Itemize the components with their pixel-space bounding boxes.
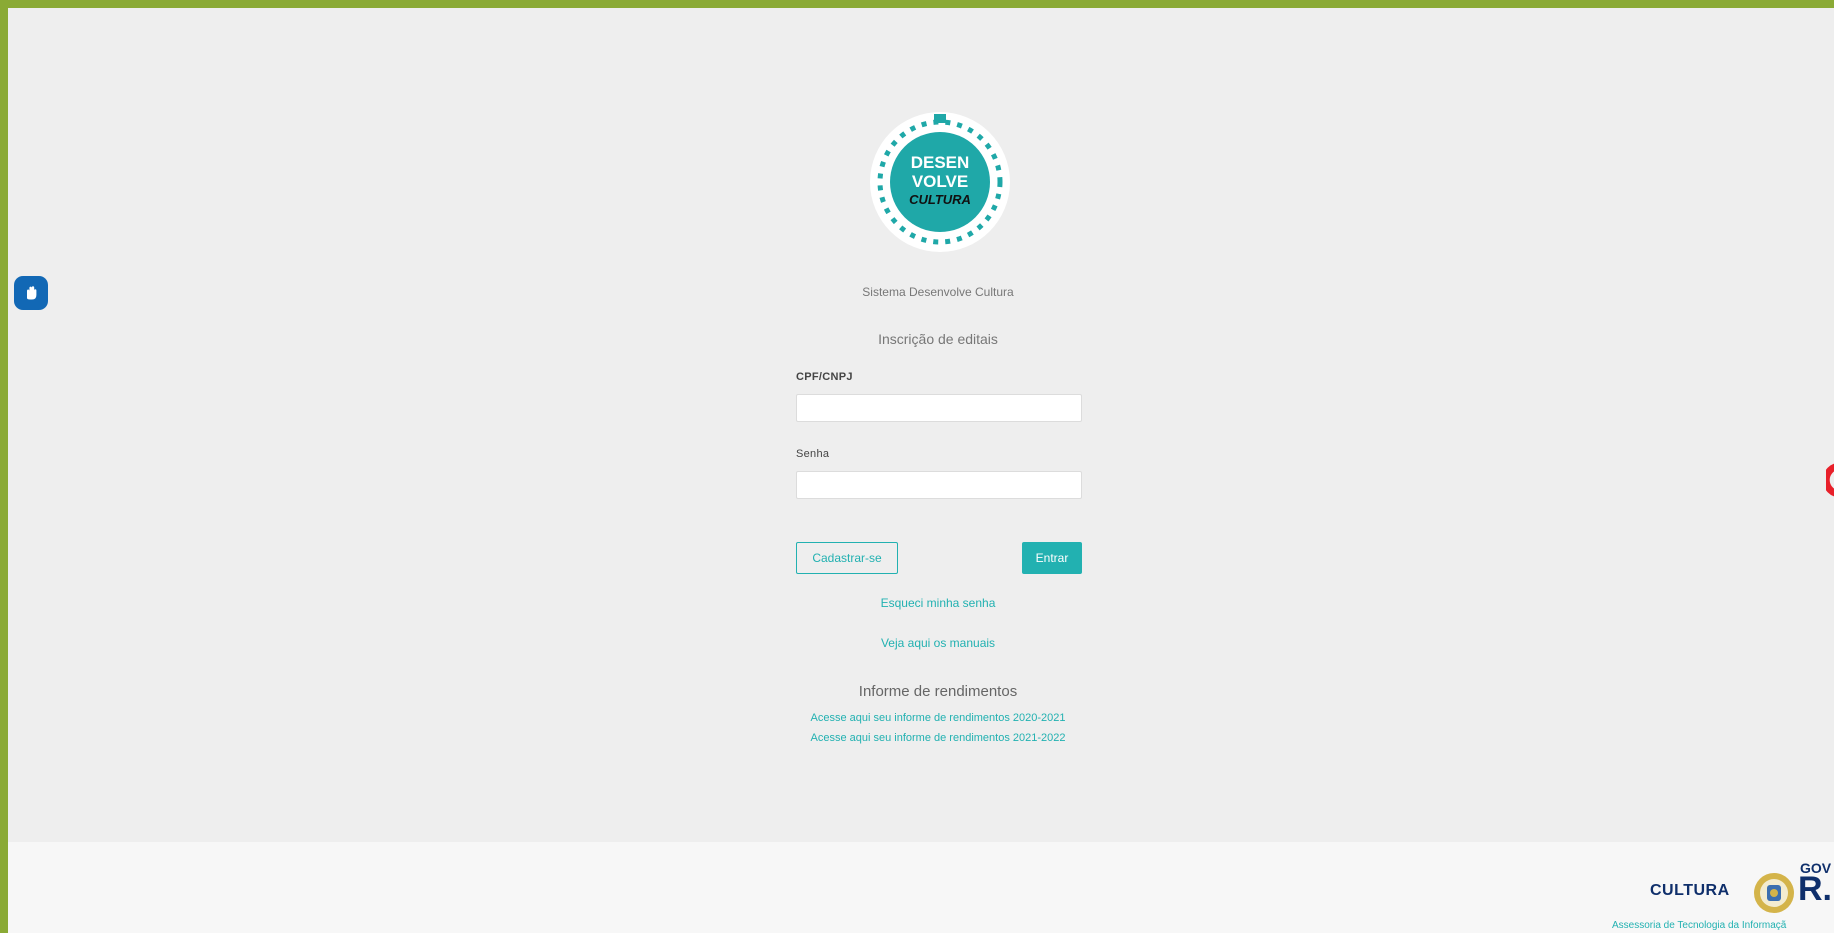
income-title: Informe de rendimentos	[858, 683, 1018, 700]
login-page: DESEN VOLVE CULTURA Sistema Desenvolve C…	[8, 8, 1834, 933]
desenvolve-cultura-logo: DESEN VOLVE CULTURA	[870, 112, 1010, 252]
footer: CULTURA GOV R. Assessoria de Tecnologia …	[8, 842, 1834, 933]
password-label: Senha	[796, 448, 830, 460]
logo-text-line3: CULTURA	[909, 192, 971, 207]
logo-text-line2: VOLVE	[912, 172, 968, 191]
accessibility-hand-icon	[27, 286, 37, 300]
state-seal-icon	[1754, 873, 1794, 913]
register-button[interactable]: Cadastrar-se	[796, 542, 898, 574]
cpf-label: CPF/CNPJ	[796, 371, 853, 383]
password-input[interactable]	[796, 471, 1082, 499]
footer-cultura-logo: CULTURA	[1650, 882, 1730, 899]
recaptcha-icon[interactable]	[1826, 462, 1834, 498]
accessibility-button[interactable]	[14, 276, 48, 310]
system-title: Sistema Desenvolve Cultura	[862, 285, 1014, 299]
cpf-input[interactable]	[796, 394, 1082, 422]
income-link-2020[interactable]: Acesse aqui seu informe de rendimentos 2…	[788, 712, 1088, 724]
browser-viewport: DESEN VOLVE CULTURA Sistema Desenvolve C…	[0, 0, 1834, 933]
logo-text-line1: DESEN	[911, 153, 970, 172]
login-subtitle: Inscrição de editais	[878, 331, 998, 347]
manuals-link[interactable]: Veja aqui os manuais	[788, 636, 1088, 650]
footer-rj-text: R.	[1798, 870, 1832, 908]
login-button[interactable]: Entrar	[1022, 542, 1082, 574]
income-link-2021[interactable]: Acesse aqui seu informe de rendimentos 2…	[788, 732, 1088, 744]
forgot-password-link[interactable]: Esqueci minha senha	[788, 596, 1088, 610]
footer-credit: Assessoria de Tecnologia da Informaçã	[1612, 920, 1787, 931]
